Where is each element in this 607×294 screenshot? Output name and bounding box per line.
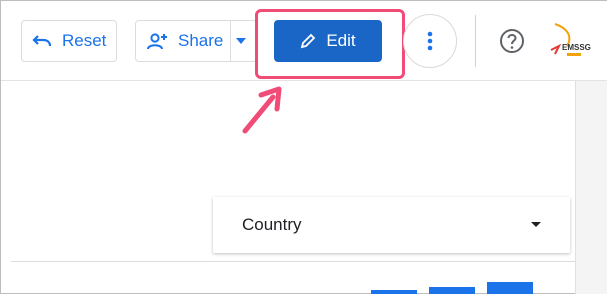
dropdown-caret-icon[interactable] bbox=[531, 222, 541, 227]
app-frame: Reset Share Edit EMSSG Country bbox=[0, 0, 607, 294]
edit-button[interactable]: Edit bbox=[274, 20, 382, 62]
svg-text:EMSSG: EMSSG bbox=[562, 43, 591, 52]
side-panel bbox=[576, 81, 607, 294]
toolbar-separator bbox=[475, 15, 476, 67]
chevron-down-icon[interactable] bbox=[236, 38, 246, 44]
pencil-icon bbox=[301, 33, 316, 49]
more-options-button[interactable] bbox=[403, 14, 457, 68]
share-button[interactable]: Share bbox=[135, 20, 257, 62]
more-vert-icon bbox=[427, 31, 433, 51]
reset-button[interactable]: Reset bbox=[21, 20, 117, 62]
help-icon bbox=[500, 29, 524, 53]
share-divider bbox=[230, 21, 231, 61]
arrow-annotation-icon bbox=[242, 86, 282, 134]
help-button[interactable] bbox=[499, 28, 525, 54]
logo-icon: EMSSG bbox=[550, 23, 591, 56]
country-label: Country bbox=[242, 215, 302, 234]
edit-label: Edit bbox=[326, 31, 356, 50]
chart-bar bbox=[371, 290, 417, 294]
undo-icon bbox=[32, 35, 52, 47]
reset-label: Reset bbox=[62, 31, 107, 50]
chart-panel-border bbox=[11, 261, 575, 262]
account-logo[interactable]: EMSSG bbox=[545, 20, 591, 64]
country-filter[interactable]: Country bbox=[213, 197, 570, 253]
share-label: Share bbox=[178, 31, 224, 50]
chart-bar bbox=[487, 282, 533, 294]
chart-bar bbox=[429, 287, 475, 294]
toolbar: Reset Share Edit EMSSG bbox=[1, 1, 607, 81]
person-add-icon bbox=[147, 33, 167, 50]
